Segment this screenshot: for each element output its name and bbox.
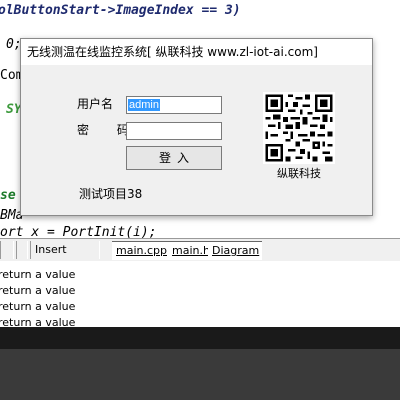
test-project-label: 测试项目38 <box>79 187 143 201</box>
status-cell <box>0 241 14 259</box>
qr-code <box>263 92 335 164</box>
login-button[interactable]: 登入 <box>126 146 222 170</box>
insert-mode-indicator: Insert <box>30 241 100 259</box>
tab-main-cpp[interactable]: main.cpp <box>112 241 170 260</box>
login-dialog: 无线测温在线监控系统[ 纵联科技 www.zl-iot-ai.com] 用户名 … <box>20 38 373 216</box>
dark-panel <box>0 349 400 400</box>
password-input[interactable] <box>126 122 222 140</box>
code-line: ort x = PortInit(i); <box>0 225 157 238</box>
dialog-body: 用户名 admin 密 码 登入 测试项目38 纵联科技 <box>21 65 372 215</box>
output-pane: return a value return a value return a v… <box>0 261 400 327</box>
output-line: return a value <box>0 284 76 297</box>
username-value: admin <box>128 99 160 111</box>
tab-main-h[interactable]: main.h <box>168 241 210 260</box>
tab-diagram[interactable]: Diagram <box>208 241 262 260</box>
output-line: return a value <box>0 316 76 327</box>
code-line: se <box>0 188 16 203</box>
dialog-title[interactable]: 无线测温在线监控系统[ 纵联科技 www.zl-iot-ai.com] <box>21 39 372 65</box>
dark-panel <box>0 327 400 349</box>
username-label: 用户名 <box>77 97 114 111</box>
output-line: return a value <box>0 300 76 313</box>
ide-status-bar: Insert main.cpp main.h Diagram <box>0 238 400 262</box>
status-cell <box>16 241 28 259</box>
qr-caption: 纵联科技 <box>277 167 321 180</box>
code-line: olButtonStart->ImageIndex == 3) <box>0 3 241 18</box>
output-line: return a value <box>0 268 76 281</box>
